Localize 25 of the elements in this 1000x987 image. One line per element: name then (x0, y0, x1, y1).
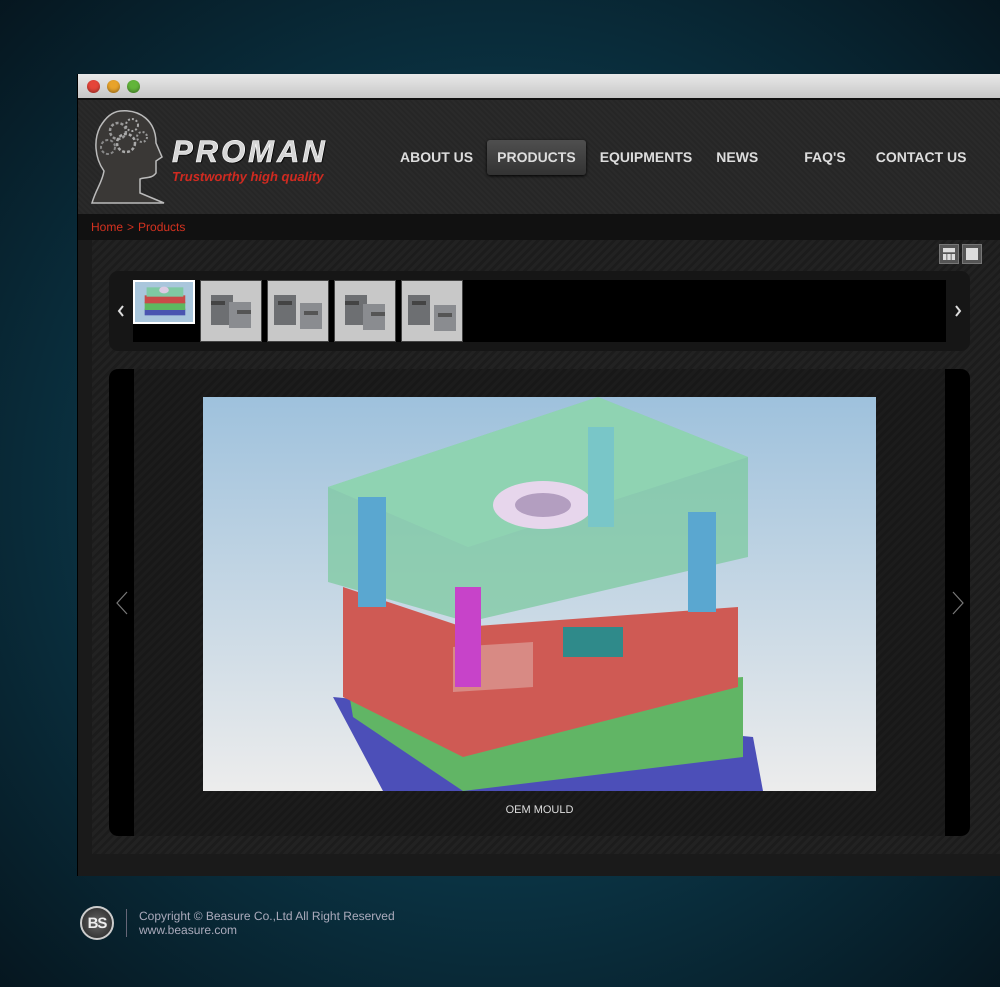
grid-view-button[interactable] (939, 244, 959, 264)
nav-link[interactable]: NEWS (706, 140, 768, 174)
nav-link[interactable]: FAQ'S (794, 140, 856, 174)
thumbnail[interactable] (200, 280, 262, 342)
window-close-button[interactable] (87, 80, 100, 92)
tagline: Trustworthy high quality (172, 169, 325, 185)
nav-link[interactable]: CONTACT US (866, 140, 976, 174)
window-zoom-button[interactable] (127, 80, 140, 92)
logo-wordmark[interactable]: PROMAN (172, 135, 328, 169)
thumbnail[interactable] (334, 280, 396, 342)
window-minimize-button[interactable] (107, 80, 120, 92)
thumbnail[interactable] (401, 280, 463, 342)
breadcrumb-current: Products (138, 220, 186, 234)
breadcrumb-separator: > (127, 220, 134, 234)
image-caption: OEM MOULD (506, 804, 574, 816)
website-url: www.beasure.com (139, 923, 238, 937)
footer-logo: BS (80, 906, 114, 940)
nav-link[interactable]: EQUIPMENTS (590, 140, 702, 174)
nav-link[interactable]: ABOUT US (390, 140, 484, 174)
head-gears-icon (90, 109, 166, 205)
breadcrumb-link[interactable]: Home (91, 220, 124, 234)
nav-link[interactable]: PRODUCTS (487, 140, 586, 174)
single-view-button[interactable] (962, 244, 982, 264)
thumbnail[interactable] (267, 280, 329, 342)
copyright-text: Copyright © Beasure Co.,Ltd All Right Reserved (139, 909, 395, 923)
